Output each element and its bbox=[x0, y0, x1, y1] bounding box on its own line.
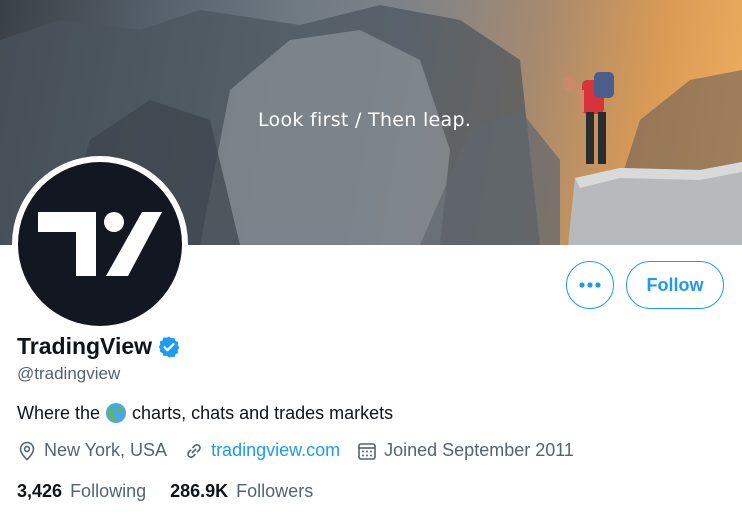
bio-text-start: Where the bbox=[17, 402, 101, 423]
globe-emoji-icon bbox=[105, 402, 127, 424]
profile-joined-date: Joined September 2011 bbox=[357, 440, 574, 461]
profile-location: New York, USA bbox=[17, 440, 167, 461]
following-count: 3,426 bbox=[17, 481, 63, 501]
verified-badge-icon bbox=[157, 335, 181, 359]
profile-handle: @tradingview bbox=[17, 364, 121, 383]
profile-stats-row: 3,426 Following 286.9K Followers bbox=[17, 481, 337, 502]
profile-website[interactable]: tradingview.com bbox=[184, 440, 340, 461]
location-text: New York, USA bbox=[44, 440, 168, 460]
joined-text: Joined September 2011 bbox=[384, 440, 574, 460]
bio-text-end: charts, chats and trades markets bbox=[132, 402, 394, 423]
website-link[interactable]: tradingview.com bbox=[211, 440, 340, 461]
followers-count: 286.9K bbox=[170, 481, 229, 501]
more-options-icon bbox=[579, 282, 601, 288]
tradingview-logo-icon bbox=[38, 212, 162, 276]
follow-button[interactable]: Follow bbox=[626, 261, 724, 309]
hiker-figure bbox=[563, 72, 614, 164]
avatar-image bbox=[18, 162, 182, 326]
following-stat-link[interactable]: 3,426 Following bbox=[17, 481, 146, 502]
following-label: Following bbox=[70, 481, 147, 501]
banner-tagline: Look first / Then leap. bbox=[258, 109, 472, 131]
followers-label: Followers bbox=[236, 481, 314, 501]
location-pin-icon bbox=[19, 441, 35, 461]
profile-bio: Where the charts, chats and trades marke… bbox=[17, 402, 393, 424]
avatar[interactable] bbox=[12, 156, 188, 332]
followers-stat-link[interactable]: 286.9K Followers bbox=[170, 481, 313, 502]
more-options-button[interactable] bbox=[566, 261, 614, 309]
display-name: TradingView bbox=[17, 333, 153, 359]
profile-meta-row: New York, USA tradingview.com Joined Sep… bbox=[17, 440, 591, 461]
link-icon bbox=[187, 443, 201, 458]
calendar-icon bbox=[358, 442, 376, 460]
profile-name-row: TradingView bbox=[17, 333, 181, 360]
